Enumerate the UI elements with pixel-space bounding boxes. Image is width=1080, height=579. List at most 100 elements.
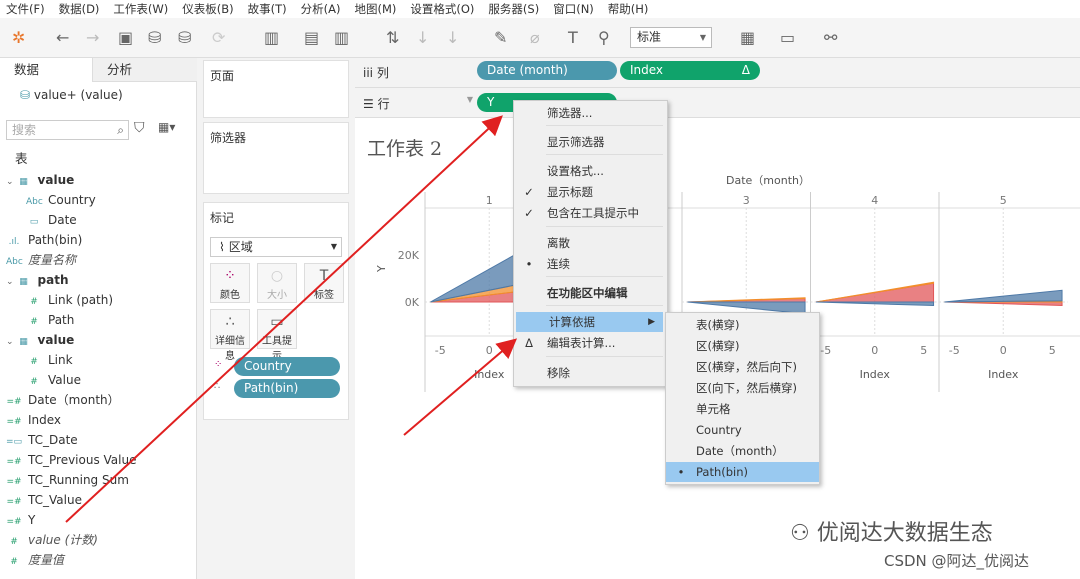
new-datasource-icon[interactable]: ⛁ — [148, 28, 161, 48]
field-item[interactable]: =# Date（month） — [6, 390, 119, 410]
attach-icon[interactable]: ⌀ — [530, 28, 540, 48]
menu-3[interactable]: 仪表板(B) — [182, 0, 233, 18]
forward-icon[interactable]: → — [86, 28, 99, 48]
pin-icon[interactable]: ⚲ — [598, 28, 610, 48]
tableau-logo-icon[interactable]: ✲ — [12, 28, 25, 48]
filter-icon[interactable]: ⛉ — [134, 120, 145, 136]
context-menu-item-7[interactable]: 在功能区中编辑 — [514, 283, 667, 303]
context-menu-item-10[interactable]: 移除 — [514, 363, 667, 383]
mark-button-tooltip[interactable]: ▭工具提示 — [257, 309, 297, 362]
menu-1[interactable]: 数据(D) — [59, 0, 100, 18]
field-item[interactable]: ▭ Date — [26, 210, 77, 230]
swap-icon[interactable]: ⇅ — [386, 28, 399, 48]
menu-0[interactable]: 文件(F) — [6, 0, 45, 18]
pill-color-country[interactable]: Country — [234, 357, 340, 376]
submenu-item-3[interactable]: 区(向下，然后横穿) — [666, 378, 819, 398]
menu-7[interactable]: 设置格式(O) — [410, 0, 474, 18]
field-item[interactable]: # 度量值 — [6, 550, 64, 570]
text-icon[interactable]: T — [568, 28, 578, 48]
presentation-icon[interactable]: ▭ — [780, 28, 795, 48]
menu-10[interactable]: 帮助(H) — [608, 0, 649, 18]
submenu-item-7[interactable]: • Path(bin) — [666, 462, 819, 482]
context-menu-item-9[interactable]: Δ 编辑表计算... — [514, 333, 667, 353]
menu-2[interactable]: 工作表(W) — [113, 0, 168, 18]
submenu-item-0[interactable]: 表(横穿) — [666, 315, 819, 335]
sort-asc-icon[interactable]: ↓ — [416, 28, 429, 48]
mark-button-label[interactable]: T 标签 — [304, 263, 344, 303]
context-menu-item-3[interactable]: ✓ 显示标题 — [514, 182, 667, 202]
submenu-item-1[interactable]: 区(横穿) — [666, 336, 819, 356]
context-menu-item-8[interactable]: ▶ 计算依据 — [516, 312, 663, 332]
field-item[interactable]: =# Index — [6, 410, 61, 430]
field-item[interactable]: ⌄ ▦ path — [6, 270, 69, 290]
menu-9[interactable]: 窗口(N) — [553, 0, 594, 18]
menu-8[interactable]: 服务器(S) — [488, 0, 539, 18]
submenu-item-6[interactable]: Date（month） — [666, 441, 819, 461]
field-item[interactable]: Abc Country — [26, 190, 96, 210]
field-item[interactable]: =# TC_Value — [6, 490, 82, 510]
delta-icon: Δ — [741, 63, 750, 77]
context-menu-item-5[interactable]: 离散 — [514, 233, 667, 253]
mark-button-size[interactable]: ○ 大小 — [257, 263, 297, 303]
pill-date-month[interactable]: Date (month) — [477, 61, 617, 80]
marks-card: 标记 ⌇ 区域▼ ⁘颜色○大小T标签∴详细信息▭工具提示 Country Pat… — [203, 202, 349, 420]
new-worksheet-icon[interactable]: ▥ — [264, 28, 279, 48]
pages-card[interactable]: 页面 — [203, 60, 349, 118]
context-menu-item-1[interactable]: 显示筛选器 — [514, 132, 667, 152]
field-item[interactable]: # value (计数) — [6, 530, 98, 550]
context-menu-item-6[interactable]: • 连续 — [514, 254, 667, 274]
duplicate-sheet-icon[interactable]: ▤ — [304, 28, 319, 48]
field-item[interactable]: =# TC_Previous Value — [6, 450, 136, 470]
menu-5[interactable]: 分析(A) — [301, 0, 341, 18]
tab-analysis[interactable]: 分析 — [92, 58, 197, 82]
refresh-icon[interactable]: ⟳ — [212, 28, 225, 48]
submenu-item-4[interactable]: 单元格 — [666, 399, 819, 419]
save-icon[interactable]: ▣ — [118, 28, 133, 48]
chevron-down-icon[interactable]: ⌄ — [6, 337, 14, 347]
chevron-down-icon[interactable]: ⌄ — [6, 177, 14, 187]
mark-button-detail[interactable]: ∴ 详细信息 — [210, 309, 250, 362]
field-item[interactable]: # Path — [26, 310, 74, 330]
field-item[interactable]: ⌄ ▦ value — [6, 170, 74, 190]
view-options-icon[interactable]: ▦▾ — [158, 120, 175, 134]
field-item[interactable]: # Value — [26, 370, 81, 390]
datasource-item[interactable]: ⛁ value+ (value) — [20, 88, 123, 102]
menu-6[interactable]: 地图(M) — [354, 0, 396, 18]
clear-sheet-icon[interactable]: ▥ — [334, 28, 349, 48]
chevron-down-icon[interactable]: ⌄ — [6, 277, 14, 287]
show-me-icon[interactable]: ▦ — [740, 28, 755, 48]
field-item[interactable]: # Link (path) — [26, 290, 113, 310]
rows-shelf[interactable]: ☰ 行 ▼ Y — [355, 88, 1080, 118]
field-item[interactable]: =▭ TC_Date — [6, 430, 78, 450]
menu-4[interactable]: 故事(T) — [248, 0, 287, 18]
field-item[interactable]: .ıl. Path(bin) — [6, 230, 83, 250]
columns-shelf[interactable]: iii 列 Date (month) Index Δ — [355, 58, 1080, 88]
wechat-icon: ⚇ — [790, 521, 817, 546]
back-icon[interactable]: ← — [56, 28, 69, 48]
field-item[interactable]: =# Y — [6, 510, 35, 530]
field-item[interactable]: ⌄ ▦ value — [6, 330, 74, 350]
search-input[interactable]: 搜索 ⌕ — [6, 120, 129, 140]
field-item[interactable]: =# TC_Running Sum — [6, 470, 128, 490]
mark-type-select[interactable]: ⌇ 区域 ▼ — [210, 237, 342, 257]
pill-detail-pathbin[interactable]: Path(bin) — [234, 379, 340, 398]
share-icon[interactable]: ⚯ — [824, 28, 837, 48]
pill-index[interactable]: Index Δ — [620, 61, 760, 80]
number-type-icon: # — [30, 357, 38, 367]
table-icon-type-icon: ▦ — [19, 277, 28, 287]
context-menu-item-0[interactable]: 筛选器... — [514, 103, 667, 123]
compute-using-submenu: 表(横穿) 区(横穿) 区(横穿，然后向下) 区(向下，然后横穿) 单元格 Country… — [665, 312, 820, 485]
highlight-icon[interactable]: ✎ — [494, 28, 507, 48]
field-item[interactable]: # Link — [26, 350, 72, 370]
filters-card[interactable]: 筛选器 — [203, 122, 349, 194]
context-menu-item-2[interactable]: 设置格式... — [514, 161, 667, 181]
tab-data[interactable]: 数据 — [0, 58, 92, 82]
sort-desc-icon[interactable]: ↓ — [446, 28, 459, 48]
context-menu-item-4[interactable]: ✓ 包含在工具提示中 — [514, 203, 667, 223]
submenu-item-5[interactable]: Country — [666, 420, 819, 440]
submenu-item-2[interactable]: 区(横穿，然后向下) — [666, 357, 819, 377]
pause-datasource-icon[interactable]: ⛁ — [178, 28, 191, 48]
fit-select[interactable]: 标准 ▼ — [630, 27, 712, 48]
mark-button-color[interactable]: ⁘ 颜色 — [210, 263, 250, 303]
field-item[interactable]: Abc 度量名称 — [6, 250, 76, 270]
